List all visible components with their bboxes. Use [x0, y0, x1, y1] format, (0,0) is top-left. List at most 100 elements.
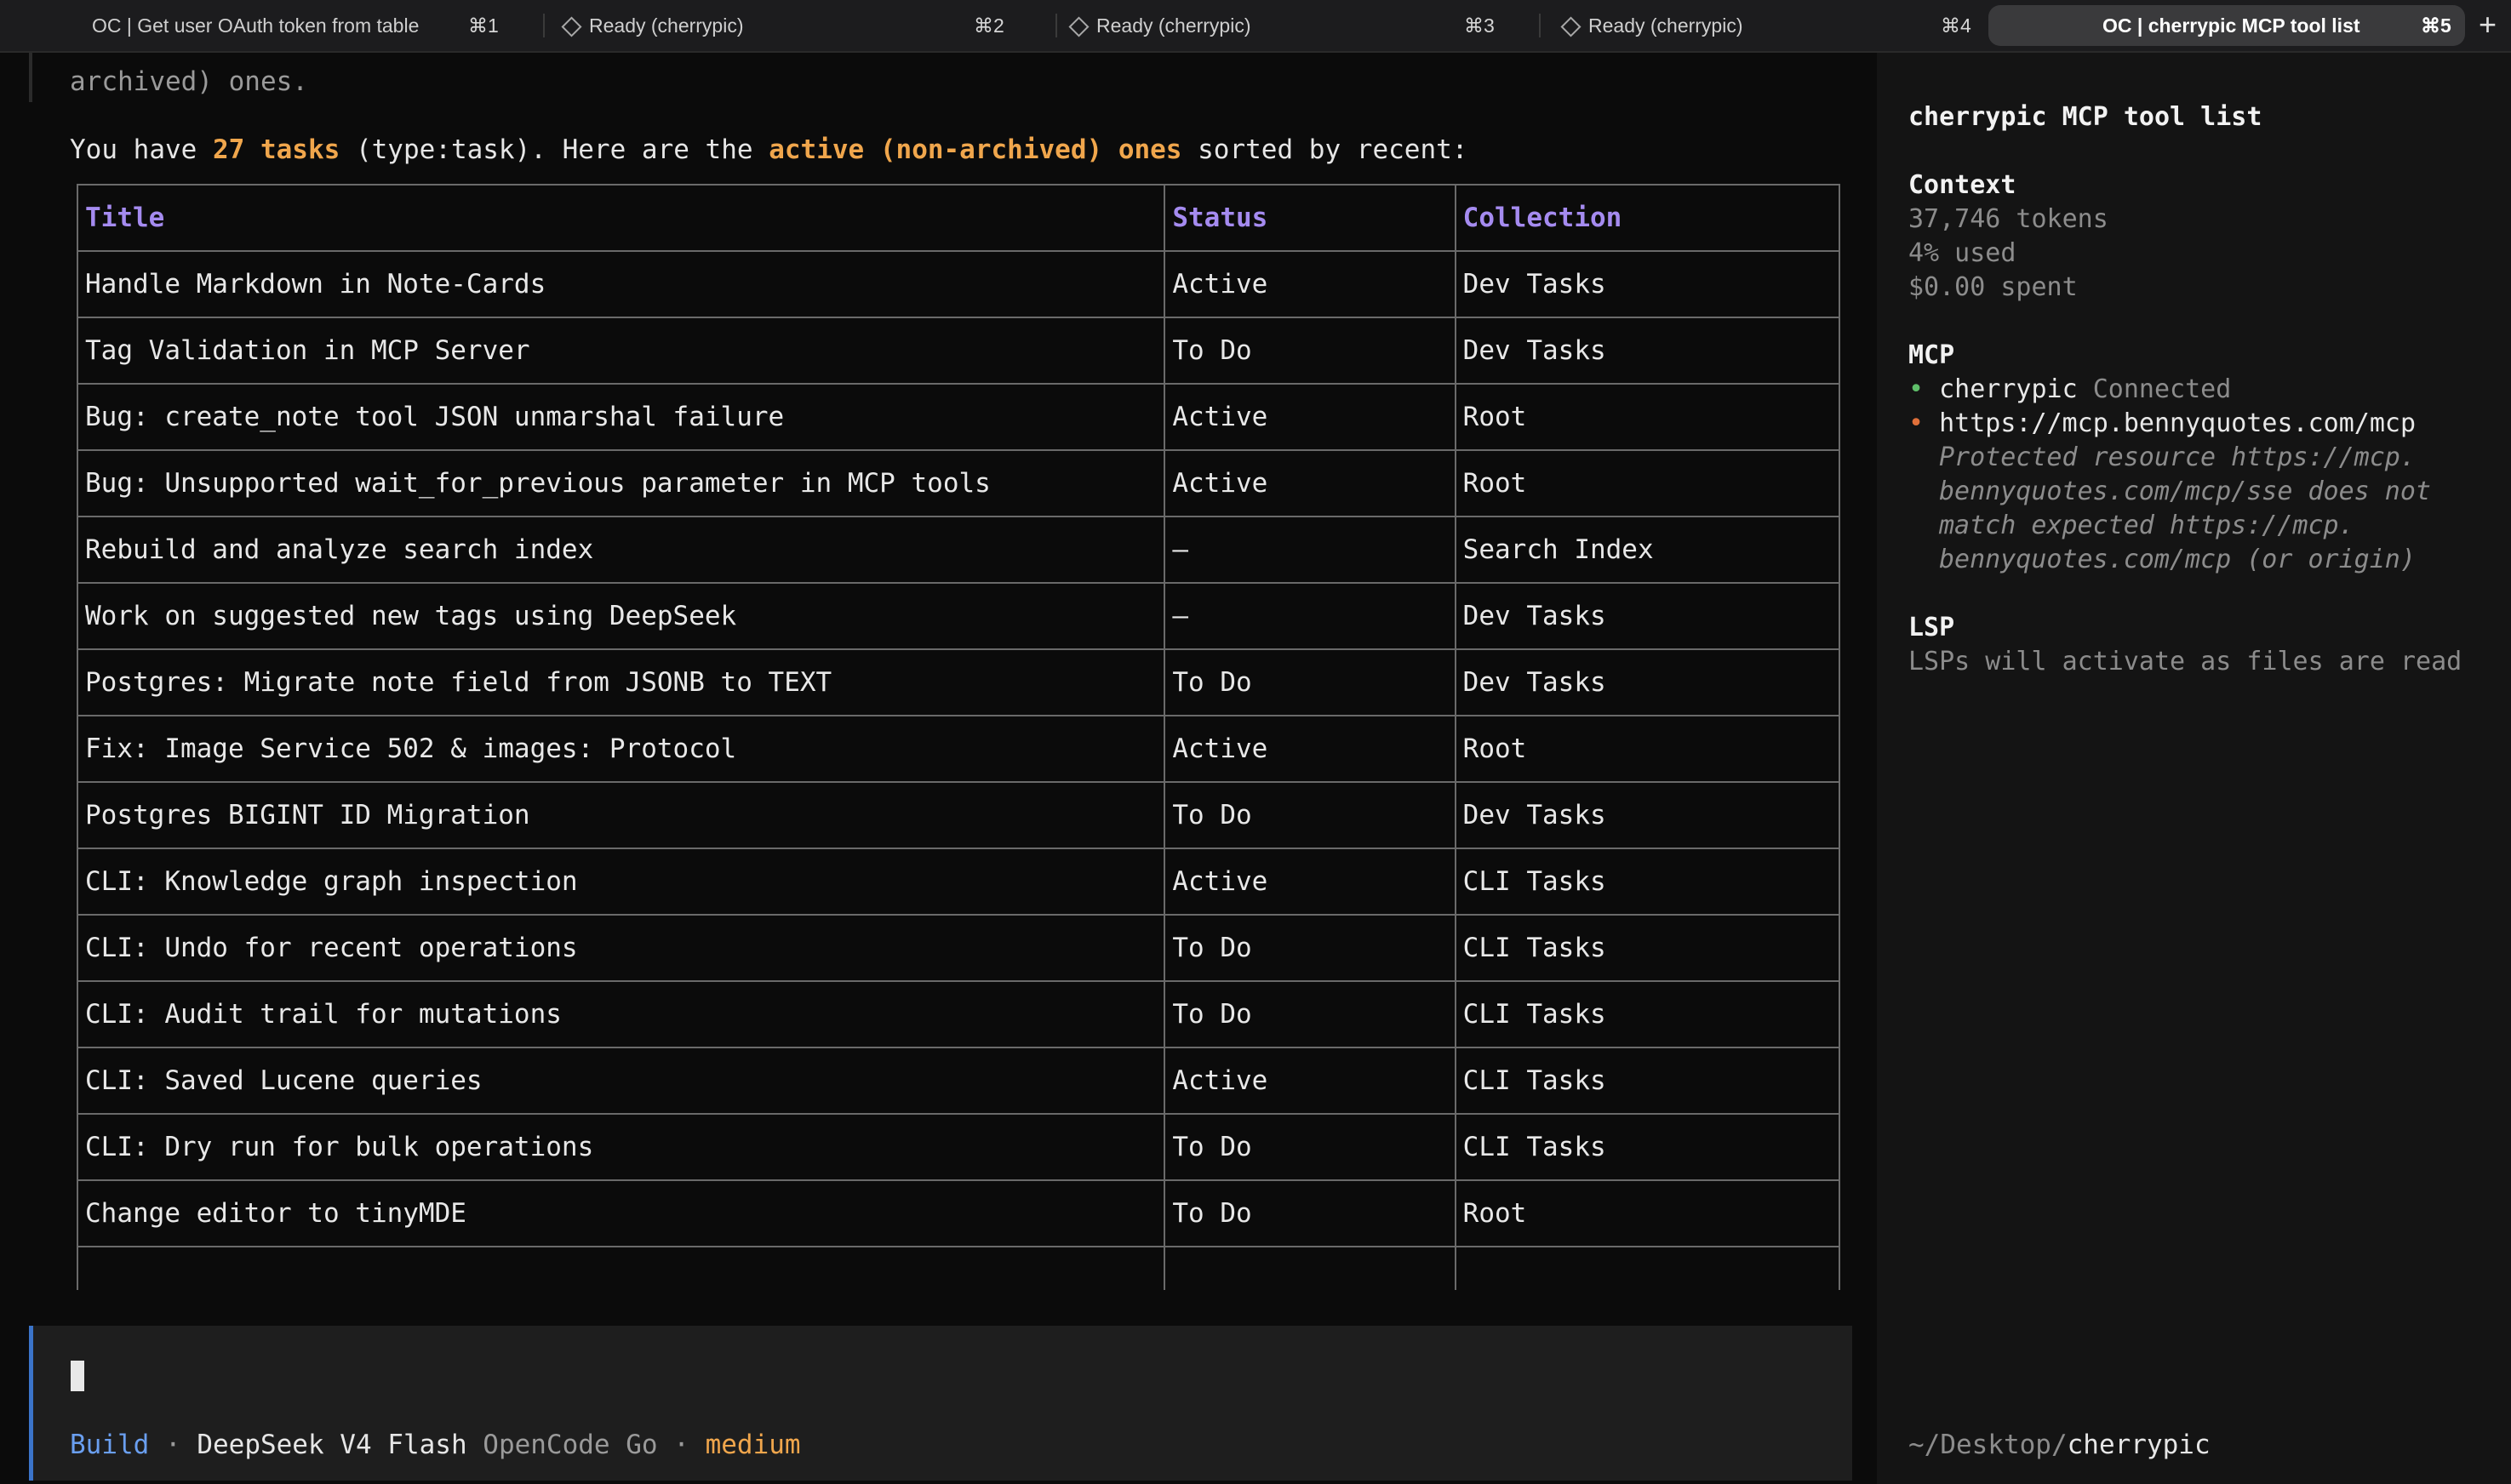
tab-1[interactable]: OC | Get user OAuth token from table ⌘1: [77, 5, 536, 46]
task-collection: CLI Tasks: [1454, 1047, 1841, 1115]
task-title: Postgres: Migrate note field from JSONB …: [76, 648, 1166, 716]
mcp-error-line: match expected https://mcp.: [1939, 511, 2354, 540]
working-directory: ~/Desktop/cherrypic: [1908, 1430, 2211, 1460]
message-gutter: [29, 53, 32, 102]
mcp-server-name: https://mcp.bennyquotes.com/mcp: [1939, 408, 2417, 438]
tab-3[interactable]: Ready (cherrypic) ⌘3: [1062, 5, 1522, 46]
task-title: CLI: Dry run for bulk operations: [76, 1113, 1166, 1181]
task-title: Handle Markdown in Note-Cards: [76, 250, 1166, 318]
table-row: Bug: Unsupported wait_for_previous param…: [76, 449, 1841, 517]
task-title: Bug: Unsupported wait_for_previous param…: [76, 449, 1166, 517]
token-count: 37,746 tokens: [1908, 204, 2108, 234]
task-title: CLI: Audit trail for mutations: [76, 980, 1166, 1048]
separator: ·: [657, 1430, 706, 1460]
table-row: Change editor to tinyMDE To Do Root: [76, 1179, 1841, 1247]
task-status: To Do: [1164, 1113, 1456, 1181]
mcp-error-line: bennyquotes.com/mcp (or origin): [1939, 545, 2416, 574]
task-title: Tag Validation in MCP Server: [76, 317, 1166, 385]
tab-shortcut: ⌘4: [1941, 14, 1971, 37]
task-status: Active: [1164, 1047, 1456, 1115]
context-heading: Context: [1908, 170, 2016, 200]
task-collection: Dev Tasks: [1454, 648, 1841, 716]
task-collection: Search Index: [1454, 516, 1841, 584]
model-label[interactable]: DeepSeek V4 Flash: [197, 1430, 466, 1460]
task-title: Fix: Image Service 502 & images: Protoco…: [76, 715, 1166, 783]
mcp-error-line: Protected resource https://mcp.: [1939, 442, 2416, 472]
intro-part: (type:task). Here are the: [340, 134, 769, 165]
task-status: To Do: [1164, 317, 1456, 385]
task-title: Bug: create_note tool JSON unmarshal fai…: [76, 383, 1166, 451]
task-collection: CLI Tasks: [1454, 1113, 1841, 1181]
task-title: Rebuild and analyze search index: [76, 516, 1166, 584]
scroll-clip: [0, 1290, 1877, 1324]
tab-4[interactable]: Ready (cherrypic) ⌘4: [1554, 5, 1980, 46]
mcp-server-item: • cherrypic Connected: [1908, 374, 2231, 404]
previous-line: archived) ones.: [70, 66, 308, 97]
table-row: CLI: Saved Lucene queries Active CLI Tasks: [76, 1047, 1841, 1115]
task-collection: Dev Tasks: [1454, 582, 1841, 650]
task-collection: Root: [1454, 449, 1841, 517]
mcp-server-status: Connected: [2092, 374, 2232, 404]
task-collection: Root: [1454, 715, 1841, 783]
tab-label: Ready (cherrypic): [589, 14, 744, 37]
task-status: To Do: [1164, 1179, 1456, 1247]
tab-divider: [543, 14, 545, 37]
mcp-heading: MCP: [1908, 340, 1955, 370]
table-row: Handle Markdown in Note-Cards Active Dev T…: [76, 250, 1841, 318]
tab-divider: [1055, 14, 1057, 37]
lsp-heading: LSP: [1908, 613, 1955, 642]
mcp-error-line: bennyquotes.com/mcp/sse does not: [1939, 477, 2431, 506]
mode-label[interactable]: Build: [70, 1430, 149, 1460]
mcp-server-item: • https://mcp.bennyquotes.com/mcp: [1908, 408, 2416, 438]
tab-label: Ready (cherrypic): [1096, 14, 1251, 37]
task-status: Active: [1164, 383, 1456, 451]
tab-shortcut: ⌘2: [974, 14, 1004, 37]
cwd-dir: cherrypic: [2067, 1430, 2211, 1460]
tab-label: Ready (cherrypic): [1588, 14, 1743, 37]
table-row: CLI: Dry run for bulk operations To Do CLI…: [76, 1113, 1841, 1181]
tab-2[interactable]: Ready (cherrypic) ⌘2: [555, 5, 1015, 46]
task-collection: Dev Tasks: [1454, 317, 1841, 385]
tab-shortcut: ⌘1: [468, 14, 499, 37]
column-header-title: Title: [76, 184, 1166, 252]
task-title: CLI: Saved Lucene queries: [76, 1047, 1166, 1115]
task-status: Active: [1164, 250, 1456, 318]
tab-label: OC | cherrypic MCP tool list: [2102, 14, 2360, 37]
session-title: cherrypic MCP tool list: [1908, 102, 2262, 132]
effort-label[interactable]: medium: [706, 1430, 801, 1460]
task-status: To Do: [1164, 648, 1456, 716]
task-title: Postgres BIGINT ID Migration: [76, 781, 1166, 849]
lsp-status: LSPs will activate as files are read: [1908, 647, 2462, 676]
error-dot-icon: •: [1908, 408, 1940, 438]
task-status: To Do: [1164, 781, 1456, 849]
new-tab-button[interactable]: +: [2479, 9, 2511, 43]
table-row: Postgres: Migrate note field from JSONB …: [76, 648, 1841, 716]
separator: ·: [149, 1430, 197, 1460]
task-count: 27 tasks: [212, 134, 340, 165]
task-collection: Root: [1454, 383, 1841, 451]
diamond-icon: [561, 16, 582, 37]
task-collection: Root: [1454, 1179, 1841, 1247]
task-status: To Do: [1164, 914, 1456, 982]
context-used: 4% used: [1908, 238, 2016, 268]
task-title: CLI: Undo for recent operations: [76, 914, 1166, 982]
tab-bar: OC | Get user OAuth token from table ⌘1 …: [0, 0, 2511, 53]
column-header-status: Status: [1164, 184, 1456, 252]
table-row: CLI: Audit trail for mutations To Do CLI T…: [76, 980, 1841, 1048]
cwd-prefix: ~/Desktop/: [1908, 1430, 2068, 1460]
table-row: Postgres BIGINT ID Migration To Do Dev Tas…: [76, 781, 1841, 849]
tab-shortcut: ⌘3: [1464, 14, 1495, 37]
table-row: Rebuild and analyze search index — Search …: [76, 516, 1841, 584]
task-title: Change editor to tinyMDE: [76, 1179, 1166, 1247]
table-row: Work on suggested new tags using DeepSee…: [76, 582, 1841, 650]
tab-5[interactable]: OC | cherrypic MCP tool list ⌘5: [1988, 5, 2465, 46]
table-row: Tag Validation in MCP Server To Do Dev Tas…: [76, 317, 1841, 385]
tab-label: OC | Get user OAuth token from table: [92, 14, 420, 37]
active-highlight: active (non-archived) ones: [769, 134, 1182, 165]
table-header-row: Title Status Collection: [76, 184, 1841, 252]
task-status: —: [1164, 516, 1456, 584]
column-header-collection: Collection: [1454, 184, 1841, 252]
table-row: CLI: Undo for recent operations To Do CLI …: [76, 914, 1841, 982]
diamond-icon: [1560, 16, 1582, 37]
status-dot-icon: •: [1908, 374, 1940, 404]
